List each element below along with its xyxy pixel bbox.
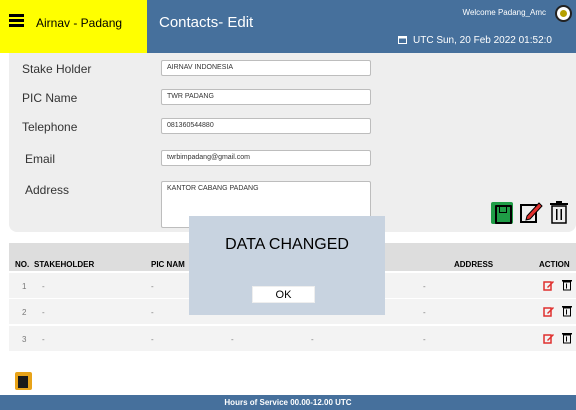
stakeholder-label: Stake Holder [22, 62, 92, 76]
stakeholder-input[interactable]: AIRNAV INDONESIA [161, 60, 371, 76]
avatar-icon[interactable] [555, 5, 572, 22]
edit-icon[interactable] [543, 304, 555, 322]
trash-icon[interactable] [562, 304, 572, 322]
row-pic: - [151, 308, 154, 317]
row-no: 3 [22, 335, 27, 344]
col-pic: PIC NAM [151, 260, 185, 269]
col-action: ACTION [539, 260, 570, 269]
menu-icon[interactable] [9, 14, 24, 27]
clipboard-icon[interactable] [15, 372, 32, 390]
row-no: 2 [22, 308, 27, 317]
pic-name-input[interactable]: TWR PADANG [161, 89, 371, 105]
save-icon[interactable] [491, 202, 513, 224]
ok-button[interactable]: OK [252, 286, 315, 303]
email-input[interactable]: twrbimpadang@gmail.com [161, 150, 371, 166]
edit-icon[interactable] [519, 200, 543, 224]
row-pic: - [151, 282, 154, 291]
row-address: - [423, 308, 426, 317]
calendar-icon [398, 35, 408, 45]
brand-name: Airnav - Padang [36, 16, 123, 30]
row-stakeholder: - [42, 308, 45, 317]
table-row: 3 - - - - - [9, 326, 576, 351]
col-stakeholder: STAKEHOLDER [34, 260, 95, 269]
data-changed-dialog: DATA CHANGED OK [189, 216, 385, 315]
col-address: ADDRESS [454, 260, 494, 269]
row-pic: - [151, 335, 154, 344]
row-address: - [423, 335, 426, 344]
edit-icon[interactable] [543, 278, 555, 296]
pic-name-label: PIC Name [22, 91, 78, 105]
row-cell: - [311, 335, 314, 344]
row-cell: - [231, 335, 234, 344]
datetime: UTC Sun, 20 Feb 2022 01:52:0 [413, 35, 552, 46]
col-no: NO. [15, 260, 30, 269]
trash-icon[interactable] [562, 278, 572, 296]
welcome-text: Welcome Padang_Amc [462, 8, 546, 17]
row-address: - [423, 282, 426, 291]
email-label: Email [25, 152, 56, 166]
trash-icon[interactable] [549, 200, 569, 224]
telephone-input[interactable]: 081360544880 [161, 118, 371, 134]
row-no: 1 [22, 282, 27, 291]
footer-bar: Hours of Service 00.00-12.00 UTC [0, 395, 576, 410]
dialog-message: DATA CHANGED [225, 236, 349, 253]
page-title: Contacts- Edit [159, 14, 254, 31]
trash-icon[interactable] [562, 331, 572, 349]
title-bar: Contacts- Edit Welcome Padang_Amc UTC Su… [147, 0, 576, 53]
brand-bar: Airnav - Padang [0, 0, 147, 53]
address-label: Address [25, 183, 70, 197]
telephone-label: Telephone [22, 120, 78, 134]
row-stakeholder: - [42, 282, 45, 291]
row-stakeholder: - [42, 335, 45, 344]
edit-icon[interactable] [543, 331, 555, 349]
